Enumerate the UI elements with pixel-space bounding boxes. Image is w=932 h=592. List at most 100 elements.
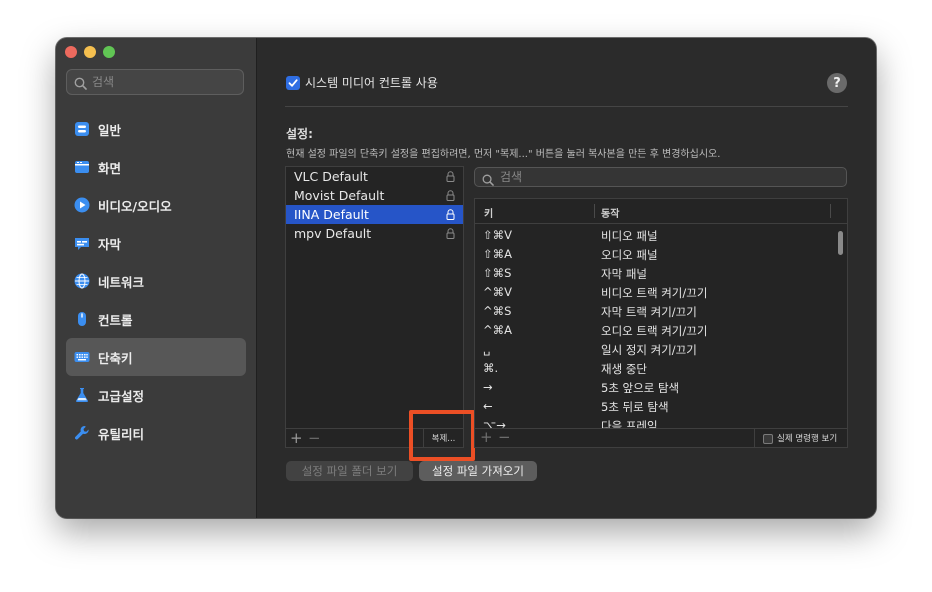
globe-icon <box>74 273 90 289</box>
row-key: ^⌘V <box>483 285 513 299</box>
preferences-window: 일반 화면 비디오/오디오 자막 <box>56 38 876 518</box>
profile-name: Movist Default <box>294 188 385 203</box>
import-config-button[interactable]: 설정 파일 가져오기 <box>419 461 537 481</box>
row-key: ␣ <box>483 342 491 356</box>
search-icon <box>482 171 494 190</box>
table-row[interactable]: ⇧⌘A 오디오 패널 <box>475 246 847 265</box>
display-icon <box>74 159 90 175</box>
row-action: 5초 앞으로 탐색 <box>601 381 680 395</box>
row-key: ⇧⌘S <box>483 266 512 280</box>
sidebar-item-shortcuts[interactable]: 단축키 <box>66 338 246 376</box>
profile-list: VLC Default Movist Default IINA Default … <box>285 166 464 448</box>
section-description: 현재 설정 파일의 단축키 설정을 편집하려면, 먼저 "복제..." 버튼을 … <box>286 149 721 160</box>
sidebar-item-label: 일반 <box>98 122 122 138</box>
sidebar-item-advanced[interactable]: 고급설정 <box>66 376 246 414</box>
profile-item-mpv[interactable]: mpv Default <box>286 224 463 243</box>
sidebar-search-input[interactable] <box>92 70 232 94</box>
flask-icon <box>74 387 90 403</box>
column-separator <box>594 204 595 218</box>
row-action: 오디오 트랙 켜기/끄기 <box>601 324 708 338</box>
lock-icon <box>446 227 455 242</box>
table-header: 키 동작 <box>475 199 847 224</box>
sidebar-item-subtitles[interactable]: 자막 <box>66 224 246 262</box>
search-icon <box>74 75 87 94</box>
profile-item-vlc[interactable]: VLC Default <box>286 167 463 186</box>
sidebar: 일반 화면 비디오/오디오 자막 <box>56 38 257 518</box>
row-action: 자막 트랙 켜기/끄기 <box>601 305 697 319</box>
sidebar-item-label: 비디오/오디오 <box>98 198 172 214</box>
row-key: ^⌘S <box>483 304 512 318</box>
add-shortcut-button[interactable]: + <box>480 429 493 445</box>
profile-item-iina[interactable]: IINA Default <box>286 205 463 224</box>
sidebar-item-control[interactable]: 컨트롤 <box>66 300 246 338</box>
row-key: ⌘. <box>483 361 499 375</box>
minimize-window-button[interactable] <box>84 46 96 58</box>
sidebar-item-network[interactable]: 네트워크 <box>66 262 246 300</box>
table-scrollbar[interactable] <box>838 231 843 255</box>
shortcuts-pane: 시스템 미디어 컨트롤 사용 ? 설정: 현재 설정 파일의 단축키 설정을 편… <box>257 38 876 518</box>
divider <box>754 429 755 447</box>
table-row[interactable]: ␣ 일시 정지 켜기/끄기 <box>475 341 847 360</box>
shortcut-table: 키 동작 ⇧⌘V 비디오 패널 ⇧⌘A 오디오 패널 ⇧⌘S 자막 패널 ^⌘V 비디… <box>474 198 848 448</box>
table-row[interactable]: ⇧⌘V 비디오 패널 <box>475 227 847 246</box>
profile-name: mpv Default <box>294 226 372 241</box>
wrench-icon <box>74 425 90 441</box>
sidebar-item-label: 단축키 <box>98 350 133 366</box>
lock-icon <box>446 208 455 223</box>
sidebar-item-label: 화면 <box>98 160 122 176</box>
table-row[interactable]: ^⌘S 자막 트랙 켜기/끄기 <box>475 303 847 322</box>
remove-profile-button[interactable]: − <box>308 430 321 446</box>
help-button[interactable]: ? <box>827 73 847 93</box>
row-action: 오디오 패널 <box>601 248 658 262</box>
raw-command-checkbox[interactable] <box>763 434 773 444</box>
zoom-window-button[interactable] <box>103 46 115 58</box>
column-header-action[interactable]: 동작 <box>601 205 619 220</box>
annotation-highlight-box <box>409 410 475 461</box>
media-control-label[interactable]: 시스템 미디어 컨트롤 사용 <box>305 76 438 90</box>
table-row[interactable]: ^⌘V 비디오 트랙 켜기/끄기 <box>475 284 847 303</box>
row-action: 비디오 패널 <box>601 229 658 243</box>
table-row[interactable]: ⇧⌘S 자막 패널 <box>475 265 847 284</box>
row-action: 재생 중단 <box>601 362 647 376</box>
table-body: ⇧⌘V 비디오 패널 ⇧⌘A 오디오 패널 ⇧⌘S 자막 패널 ^⌘V 비디오 트랙 … <box>475 227 847 436</box>
sidebar-item-label: 컨트롤 <box>98 312 133 328</box>
profile-item-movist[interactable]: Movist Default <box>286 186 463 205</box>
divider <box>285 106 848 107</box>
lock-icon <box>446 170 455 185</box>
subtitle-icon <box>74 235 90 251</box>
table-row[interactable]: ⌘. 재생 중단 <box>475 360 847 379</box>
raw-command-label[interactable]: 실제 명령행 보기 <box>777 432 837 444</box>
sidebar-item-utilities[interactable]: 유틸리티 <box>66 414 246 452</box>
section-title: 설정: <box>286 127 313 141</box>
table-row[interactable]: ← 5초 뒤로 탐색 <box>475 398 847 417</box>
sidebar-item-general[interactable]: 일반 <box>66 110 246 148</box>
sidebar-item-display[interactable]: 화면 <box>66 148 246 186</box>
sidebar-item-label: 고급설정 <box>98 388 145 404</box>
media-control-checkbox[interactable] <box>286 76 300 90</box>
row-key: ⇧⌘A <box>483 247 513 261</box>
shortcut-search-input[interactable] <box>500 168 640 186</box>
table-toolbar: + − 실제 명령행 보기 <box>474 428 848 448</box>
row-action: 5초 뒤로 탐색 <box>601 400 669 414</box>
sidebar-item-label: 네트워크 <box>98 274 145 290</box>
close-window-button[interactable] <box>65 46 77 58</box>
column-header-key[interactable]: 키 <box>484 205 493 220</box>
table-row[interactable]: ^⌘A 오디오 트랙 켜기/끄기 <box>475 322 847 341</box>
lock-icon <box>446 189 455 204</box>
sidebar-search-field[interactable] <box>66 69 244 95</box>
row-action: 비디오 트랙 켜기/끄기 <box>601 286 708 300</box>
row-action: 자막 패널 <box>601 267 647 281</box>
play-icon <box>74 197 90 213</box>
sidebar-item-video-audio[interactable]: 비디오/오디오 <box>66 186 246 224</box>
profile-name: IINA Default <box>294 207 369 222</box>
row-key: ← <box>483 399 493 413</box>
shortcut-search-field[interactable] <box>474 167 847 187</box>
profile-name: VLC Default <box>294 169 368 184</box>
sidebar-item-label: 유틸리티 <box>98 426 145 442</box>
row-action: 일시 정지 켜기/끄기 <box>601 343 697 357</box>
mouse-icon <box>74 311 90 327</box>
remove-shortcut-button[interactable]: − <box>498 429 511 445</box>
add-profile-button[interactable]: + <box>290 430 303 446</box>
open-config-folder-button[interactable]: 설정 파일 폴더 보기 <box>286 461 413 481</box>
table-row[interactable]: → 5초 앞으로 탐색 <box>475 379 847 398</box>
